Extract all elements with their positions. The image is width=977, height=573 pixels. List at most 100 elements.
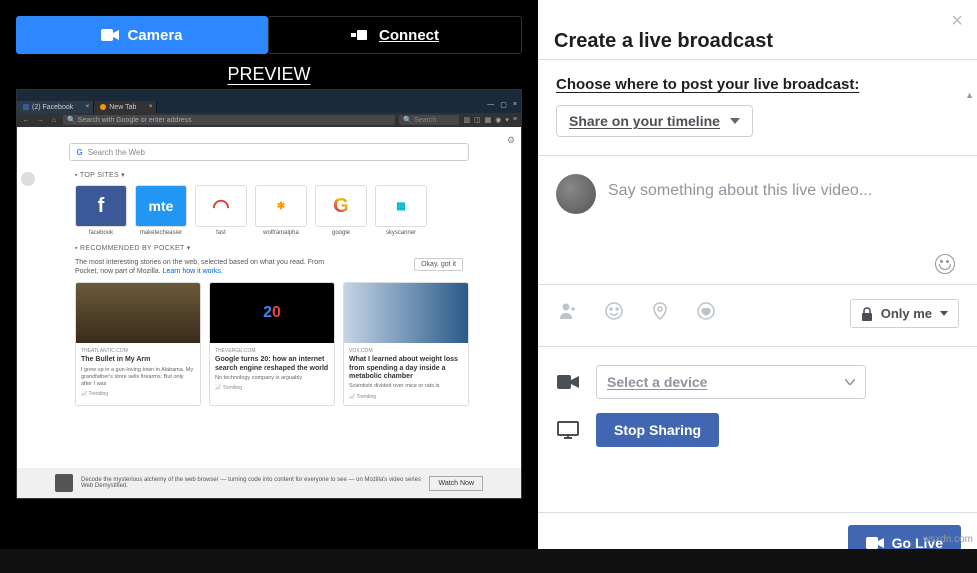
camera-tab-label: Camera (127, 27, 182, 44)
site-tile[interactable]: mte maketecheasier (135, 185, 187, 236)
support-icon[interactable] (696, 301, 716, 326)
library-icon[interactable]: ▥ (463, 116, 470, 124)
site-label: fast (195, 230, 247, 236)
preview-panel: Camera Connect PREVIEW (2) Facebook × New… (0, 0, 538, 573)
connect-icon (351, 30, 367, 40)
article-title: Google turns 20: how an internet search … (215, 356, 329, 373)
trending-label: 📈 Trending (81, 391, 195, 397)
browser-tab-newtab[interactable]: New Tab × (94, 101, 157, 113)
tab-label: (2) Facebook (32, 104, 73, 111)
dropdown-label: Share on your timeline (569, 113, 720, 129)
site-tile[interactable]: ◠ fast (195, 185, 247, 236)
camera-tab[interactable]: Camera (16, 16, 268, 54)
camera-device-row: Select a device (556, 365, 959, 399)
dropdown-label: Select a device (607, 374, 707, 390)
camera-icon (101, 29, 119, 41)
pocket-articles: THEATLANTIC.COM The Bullet in My Arm I g… (75, 282, 501, 405)
gear-icon[interactable]: ⚙ (507, 135, 515, 146)
close-icon[interactable]: × (149, 104, 153, 110)
shield-icon[interactable]: ◉ (495, 116, 501, 124)
watch-now-button[interactable]: Watch Now (429, 476, 483, 491)
site-tile[interactable]: f facebook (75, 185, 127, 236)
camera-device-dropdown[interactable]: Select a device (596, 365, 866, 399)
stop-sharing-button[interactable]: Stop Sharing (596, 413, 719, 447)
article-snippet: I grew up in a gun-loving town in Alabam… (81, 367, 195, 388)
pocket-okay-button[interactable]: Okay, got it (414, 258, 463, 271)
home-button[interactable]: ⌂ (49, 117, 59, 124)
pocket-icon[interactable]: ▾ (505, 116, 509, 124)
article-title: The Bullet in My Arm (81, 356, 195, 364)
search-placeholder: Search the Web (88, 148, 145, 157)
addons-icon[interactable]: ▦ (485, 116, 492, 124)
chevron-down-icon (730, 118, 740, 124)
sidebar-icon[interactable]: ◫ (474, 116, 481, 124)
facebook-icon: f (75, 185, 127, 227)
privacy-dropdown[interactable]: Only me (850, 299, 959, 328)
search-placeholder: Search (414, 117, 436, 124)
location-icon[interactable] (650, 301, 670, 326)
watermark: wsxdn.com (923, 534, 973, 545)
firefox-logo-icon (21, 172, 35, 186)
connect-tab[interactable]: Connect (268, 16, 522, 54)
tab-label: New Tab (109, 104, 136, 111)
browser-tab-strip: (2) Facebook× New Tab× —▢× (17, 101, 521, 113)
mte-icon: mte (135, 185, 187, 227)
site-label: google (315, 230, 367, 236)
pocket-info-row: The most interesting stories on the web,… (75, 258, 463, 276)
monitor-icon (556, 421, 580, 439)
wolfram-icon: ✱ (255, 185, 307, 227)
article-domain: THEVERGE.COM (215, 348, 329, 354)
video-camera-icon (556, 375, 580, 389)
article-image: 20 (210, 283, 334, 343)
feeling-icon[interactable] (604, 301, 624, 326)
divider (538, 155, 977, 156)
pocket-learn-link[interactable]: Learn how it works. (163, 268, 223, 275)
composer-row: Say something about this live video... (556, 174, 959, 214)
emoji-picker-button[interactable] (556, 254, 959, 274)
menu-icon[interactable]: ≡ (513, 116, 517, 124)
article-domain: THEATLANTIC.COM (81, 348, 195, 354)
site-label: skyscanner (375, 230, 427, 236)
top-sites-grid: f facebook mte maketecheasier ◠ fast ✱ wolfr… (75, 185, 501, 236)
mode-tab-row: Camera Connect (0, 0, 538, 70)
browser-tab-facebook[interactable]: (2) Facebook × (17, 101, 94, 113)
trending-label: 📈 Trending (349, 394, 463, 400)
site-tile[interactable]: ✱ wolframalpha (255, 185, 307, 236)
site-label: maketecheasier (135, 230, 187, 236)
site-label: wolframalpha (255, 230, 307, 236)
back-button[interactable]: ← (21, 117, 31, 124)
screen-share-row: Stop Sharing (556, 413, 959, 447)
trending-label: 📈 Trending (215, 385, 329, 391)
site-tile[interactable]: Ggoogle (315, 185, 367, 236)
article-card[interactable]: THEATLANTIC.COM The Bullet in My Arm I g… (75, 282, 201, 405)
article-domain: VOX.COM (349, 348, 463, 354)
site-tile[interactable]: ▦ skyscanner (375, 185, 427, 236)
address-bar[interactable]: 🔍 Search with Google or enter address (63, 115, 395, 125)
avatar (556, 174, 596, 214)
browser-toolbar: ← → ⌂ 🔍 Search with Google or enter addr… (17, 113, 521, 127)
mozilla-icon (55, 474, 73, 492)
video-description-input[interactable]: Say something about this live video... (608, 174, 959, 214)
highlight-text: Decode the mysterious alchemy of the web… (81, 477, 421, 489)
close-icon[interactable]: × (86, 104, 90, 110)
article-card[interactable]: 20 THEVERGE.COM Google turns 20: how an … (209, 282, 335, 405)
preview-label: PREVIEW (0, 64, 538, 85)
skyscanner-icon: ▦ (375, 185, 427, 227)
web-search-input[interactable]: G Search the Web (69, 143, 468, 161)
site-label: facebook (75, 230, 127, 236)
forward-button[interactable]: → (35, 117, 45, 124)
close-icon[interactable]: × (951, 10, 963, 33)
article-title: What I learned about weight loss from sp… (349, 356, 463, 381)
article-snippet: Scientists divided over mice or rats is (349, 383, 463, 390)
camera-icon (866, 537, 884, 549)
share-destination-dropdown[interactable]: Share on your timeline (556, 105, 753, 137)
fast-icon: ◠ (195, 185, 247, 227)
highlight-bar: Decode the mysterious alchemy of the web… (17, 468, 521, 498)
broadcast-panel: × Create a live broadcast ▲ Choose where… (538, 0, 977, 573)
pocket-text: The most interesting stories on the web,… (75, 258, 335, 276)
bottom-black-bar (0, 549, 977, 573)
search-bar[interactable]: 🔍 Search (399, 115, 459, 125)
google-icon: G (315, 185, 367, 227)
article-card[interactable]: VOX.COM What I learned about weight loss… (343, 282, 469, 405)
tag-people-icon[interactable] (558, 301, 578, 326)
